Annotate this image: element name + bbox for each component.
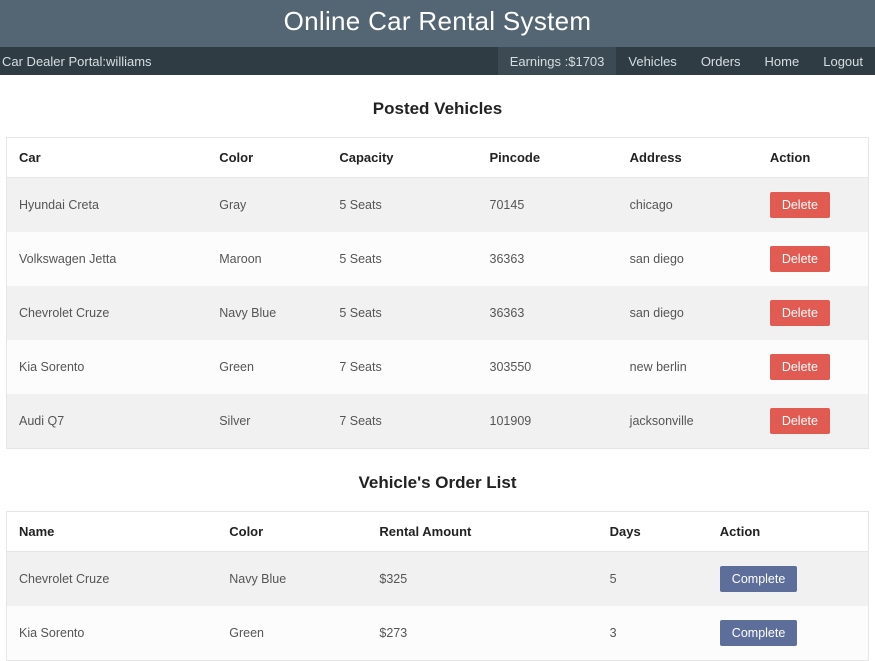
portal-prefix: Car Dealer Portal: [2, 54, 106, 69]
cell-pincode: 36363 [478, 232, 618, 286]
dealer-portal-label: Car Dealer Portal: williams [0, 47, 160, 75]
cell-action: Delete [758, 394, 868, 448]
cell-action: Complete [708, 606, 868, 660]
col-capacity: Capacity [327, 138, 477, 178]
cell-address: san diego [618, 232, 758, 286]
ocol-amount: Rental Amount [367, 512, 597, 552]
cell-car: Hyundai Creta [7, 178, 207, 232]
cell-name: Chevrolet Cruze [7, 552, 217, 606]
cell-color: Green [207, 340, 327, 394]
cell-capacity: 7 Seats [327, 394, 477, 448]
table-row: Volkswagen JettaMaroon5 Seats36363san di… [7, 232, 868, 286]
cell-car: Volkswagen Jetta [7, 232, 207, 286]
cell-color: Silver [207, 394, 327, 448]
app-title: Online Car Rental System [0, 6, 875, 37]
cell-name: Kia Sorento [7, 606, 217, 660]
cell-action: Delete [758, 232, 868, 286]
cell-car: Chevrolet Cruze [7, 286, 207, 340]
col-action: Action [758, 138, 868, 178]
delete-button[interactable]: Delete [770, 408, 830, 434]
cell-action: Delete [758, 340, 868, 394]
col-car: Car [7, 138, 207, 178]
col-color: Color [207, 138, 327, 178]
cell-pincode: 70145 [478, 178, 618, 232]
earnings-display: Earnings : $1703 [498, 47, 617, 75]
cell-capacity: 5 Seats [327, 178, 477, 232]
cell-action: Delete [758, 178, 868, 232]
cell-address: jacksonville [618, 394, 758, 448]
delete-button[interactable]: Delete [770, 246, 830, 272]
cell-capacity: 5 Seats [327, 286, 477, 340]
col-pincode: Pincode [478, 138, 618, 178]
orders-table-wrap: Name Color Rental Amount Days Action Che… [0, 511, 875, 661]
delete-button[interactable]: Delete [770, 300, 830, 326]
cell-car: Audi Q7 [7, 394, 207, 448]
cell-color: Maroon [207, 232, 327, 286]
cell-address: san diego [618, 286, 758, 340]
table-row: Audi Q7Silver7 Seats101909jacksonville De… [7, 394, 868, 448]
table-row: Chevrolet CruzeNavy Blue5 Seats36363san … [7, 286, 868, 340]
vehicles-table: Car Color Capacity Pincode Address Actio… [6, 137, 869, 449]
complete-button[interactable]: Complete [720, 620, 798, 646]
table-row: Hyundai CretaGray5 Seats70145chicago Dele… [7, 178, 868, 232]
col-address: Address [618, 138, 758, 178]
cell-pincode: 303550 [478, 340, 618, 394]
cell-address: chicago [618, 178, 758, 232]
nav-home[interactable]: Home [753, 47, 812, 75]
table-row: Kia SorentoGreen7 Seats303550new berlin D… [7, 340, 868, 394]
nav-vehicles[interactable]: Vehicles [616, 47, 688, 75]
app-header: Online Car Rental System [0, 0, 875, 47]
cell-days: 3 [598, 606, 708, 660]
table-row: Chevrolet CruzeNavy Blue$3255 Complete [7, 552, 868, 606]
ocol-action: Action [708, 512, 868, 552]
cell-color: Gray [207, 178, 327, 232]
cell-pincode: 36363 [478, 286, 618, 340]
navbar: Car Dealer Portal: williams Earnings : $… [0, 47, 875, 75]
dealer-name: williams [106, 54, 152, 69]
posted-vehicles-title: Posted Vehicles [0, 99, 875, 119]
nav-orders[interactable]: Orders [689, 47, 753, 75]
ocol-days: Days [598, 512, 708, 552]
table-row: Kia SorentoGreen$2733 Complete [7, 606, 868, 660]
delete-button[interactable]: Delete [770, 354, 830, 380]
cell-car: Kia Sorento [7, 340, 207, 394]
cell-color: Navy Blue [207, 286, 327, 340]
nav-spacer [160, 47, 498, 75]
cell-amount: $273 [367, 606, 597, 660]
cell-pincode: 101909 [478, 394, 618, 448]
ocol-color: Color [217, 512, 367, 552]
cell-amount: $325 [367, 552, 597, 606]
cell-action: Delete [758, 286, 868, 340]
orders-table: Name Color Rental Amount Days Action Che… [6, 511, 869, 661]
delete-button[interactable]: Delete [770, 192, 830, 218]
earnings-value: $1703 [568, 54, 604, 69]
cell-days: 5 [598, 552, 708, 606]
vehicles-table-wrap: Car Color Capacity Pincode Address Actio… [0, 137, 875, 449]
orders-title: Vehicle's Order List [0, 473, 875, 493]
nav-logout[interactable]: Logout [811, 47, 875, 75]
cell-capacity: 7 Seats [327, 340, 477, 394]
ocol-name: Name [7, 512, 217, 552]
cell-color: Green [217, 606, 367, 660]
cell-address: new berlin [618, 340, 758, 394]
cell-color: Navy Blue [217, 552, 367, 606]
earnings-label: Earnings : [510, 54, 569, 69]
complete-button[interactable]: Complete [720, 566, 798, 592]
cell-action: Complete [708, 552, 868, 606]
cell-capacity: 5 Seats [327, 232, 477, 286]
